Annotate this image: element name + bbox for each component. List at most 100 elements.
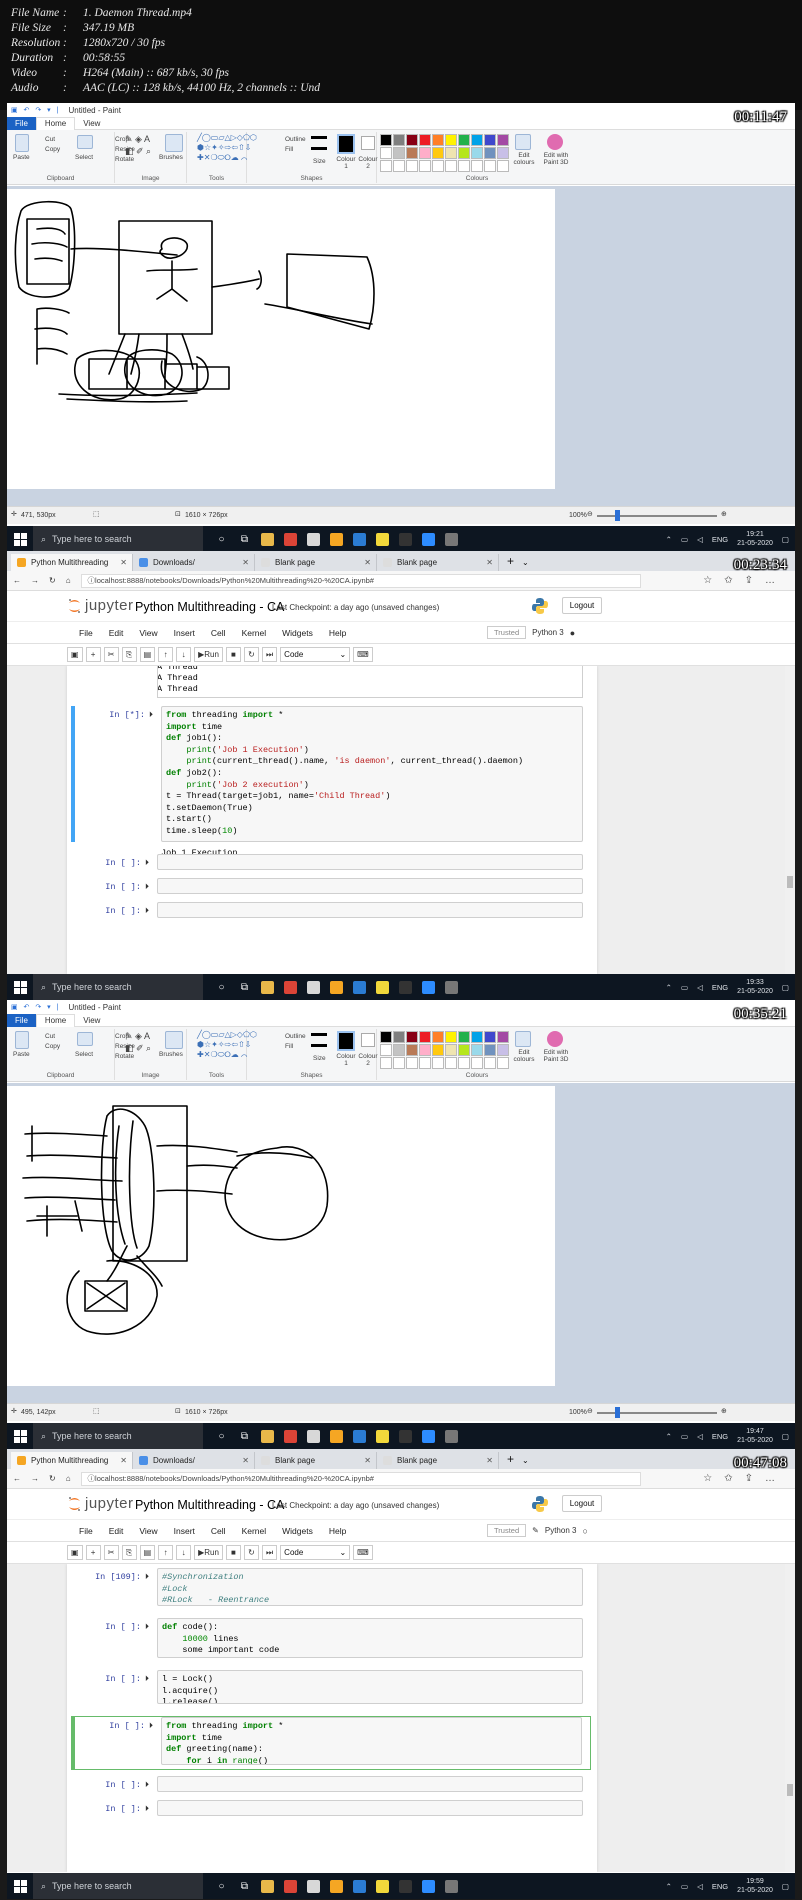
palette-swatch[interactable] [406, 134, 418, 146]
more-icon[interactable]: … [765, 575, 775, 586]
language-indicator[interactable]: ENG [712, 1882, 728, 1891]
copy-icon[interactable]: ⎘ [121, 1545, 137, 1560]
edit-colours-button[interactable]: Edit colours [511, 152, 537, 166]
notepad-icon[interactable] [307, 1429, 320, 1443]
code-editor[interactable] [157, 854, 583, 870]
run-cell-icon[interactable]: ⏵ [145, 1780, 149, 1790]
language-indicator[interactable]: ENG [712, 1432, 728, 1441]
code-cell[interactable]: In [109]: ⏵ #Synchronization #Lock #RLock - … [71, 1568, 591, 1612]
code-editor[interactable] [157, 878, 583, 894]
sticky-notes-icon[interactable] [376, 980, 389, 994]
menu-view[interactable]: View [131, 1526, 165, 1536]
menu-cell[interactable]: Cell [203, 628, 234, 638]
browser-tab[interactable]: Blank page ✕ [255, 554, 377, 571]
file-explorer-icon[interactable] [261, 532, 274, 546]
code-cell[interactable]: In [ ]: ⏵ [71, 902, 591, 924]
notebook-scrollbar[interactable] [785, 666, 795, 974]
copy-button[interactable]: Copy [45, 146, 60, 153]
paste-icon[interactable]: ▤ [139, 647, 156, 662]
palette-swatch[interactable] [380, 1031, 392, 1043]
taskbar-clock[interactable]: 19:21 21-05-2020 [737, 530, 773, 548]
select-icon[interactable] [77, 1032, 93, 1046]
palette-swatch[interactable] [471, 160, 483, 172]
palette-swatch[interactable] [484, 1057, 496, 1069]
chevron-up-icon[interactable]: ⌃ [666, 1432, 672, 1441]
terminal-icon[interactable] [399, 980, 412, 994]
code-cell[interactable]: In [ ]: ⏵ [71, 878, 591, 900]
code-editor[interactable]: def code(): 10000 lines some important c… [157, 1618, 583, 1658]
back-icon[interactable]: ← [13, 576, 21, 585]
palette-swatch[interactable] [458, 134, 470, 146]
tab-file[interactable]: File [7, 1013, 36, 1027]
tab-home[interactable]: Home [35, 116, 76, 130]
palette-swatch[interactable] [419, 160, 431, 172]
colour2-label[interactable]: Colour 2 [357, 156, 379, 170]
cell-type-select[interactable]: Code ⌄ [280, 1545, 351, 1560]
palette-swatch[interactable] [380, 147, 392, 159]
palette-swatch[interactable] [445, 1057, 457, 1069]
network-icon[interactable]: ▭ [681, 1432, 688, 1441]
volume-icon[interactable]: ◁ [697, 983, 703, 992]
favorites-icon[interactable]: ✩ [724, 575, 732, 586]
zoom-out-icon[interactable]: ⊖ [587, 1407, 593, 1415]
cut-icon[interactable]: ✂ [103, 1545, 119, 1560]
palette-swatch[interactable] [393, 134, 405, 146]
shapes-gallery[interactable]: ╱◯▭▱△▷◇⬠⬡ ⬢☆✦✧⇨⇦⇧⇩ ✚✕❍⬭⭘☁ ⌒ [197, 133, 257, 163]
taskbar-clock[interactable]: 19:59 21-05-2020 [737, 1877, 773, 1895]
url-field[interactable]: ⓘ localhost:8888/notebooks/Downloads/Pyt… [80, 573, 641, 588]
size-icon[interactable] [311, 136, 327, 150]
favorite-star-icon[interactable]: ☆ [703, 575, 712, 586]
close-tab-icon[interactable]: ✕ [242, 558, 249, 567]
run-button[interactable]: ▶ Run [194, 1545, 223, 1560]
palette-swatch[interactable] [471, 1044, 483, 1056]
scrollbar-thumb[interactable] [787, 876, 793, 888]
chevron-up-icon[interactable]: ⌃ [666, 1882, 672, 1891]
task-view-icon[interactable]: ⧉ [238, 981, 251, 994]
kernel-name[interactable]: Python 3 [532, 628, 564, 637]
pycharm-icon[interactable] [330, 1429, 343, 1443]
menu-kernel[interactable]: Kernel [234, 628, 275, 638]
chrome-icon[interactable] [284, 1429, 297, 1443]
command-palette-icon[interactable]: ⌨ [353, 1545, 373, 1560]
restart-run-all-icon[interactable]: ⏭ [261, 647, 278, 662]
palette-swatch[interactable] [497, 1057, 509, 1069]
palette-swatch[interactable] [471, 147, 483, 159]
palette-swatch[interactable] [458, 147, 470, 159]
forward-icon[interactable]: → [31, 576, 39, 585]
palette-swatch[interactable] [380, 1044, 392, 1056]
notebook-title[interactable]: Python Multithreading - CA [135, 600, 284, 614]
code-editor[interactable]: #Synchronization #Lock #RLock - Reentrance… [157, 1568, 583, 1606]
run-cell-icon[interactable]: ⏵ [149, 710, 153, 720]
cortana-icon[interactable]: ○ [215, 1430, 228, 1443]
cut-button[interactable]: Cut [45, 136, 55, 143]
palette-swatch[interactable] [419, 1031, 431, 1043]
taskbar-search-box[interactable]: ⌕ Type here to search [33, 1873, 203, 1899]
palette-swatch[interactable] [419, 1044, 431, 1056]
trusted-badge[interactable]: Trusted [487, 626, 527, 639]
task-view-icon[interactable]: ⧉ [238, 1430, 251, 1443]
code-editor[interactable] [157, 1776, 583, 1792]
code-cell[interactable]: In [ ]: ⏵ l = Lock() l.acquire() l.release() [71, 1670, 591, 1710]
forward-icon[interactable]: → [31, 1474, 39, 1483]
chrome-icon[interactable] [284, 532, 297, 546]
select-label[interactable]: Select [75, 1051, 93, 1058]
move-down-icon[interactable]: ↓ [176, 1545, 192, 1560]
palette-swatch[interactable] [471, 134, 483, 146]
tools-icons[interactable]: ✎ ◈ A ◧ ✐ ⌕ [125, 133, 151, 157]
palette-swatch[interactable] [458, 160, 470, 172]
palette-swatch[interactable] [497, 1031, 509, 1043]
colour2-label[interactable]: Colour 2 [357, 1053, 379, 1067]
size-label[interactable]: Size [313, 1055, 326, 1062]
edit-colours-icon[interactable] [515, 1031, 531, 1047]
tab-view[interactable]: View [75, 119, 108, 128]
volume-icon[interactable]: ◁ [697, 1432, 703, 1441]
colour2-swatch[interactable] [361, 136, 375, 150]
menu-insert[interactable]: Insert [166, 1526, 203, 1536]
pycharm-icon[interactable] [330, 532, 343, 546]
cortana-icon[interactable]: ○ [215, 981, 228, 994]
volume-icon[interactable]: ◁ [697, 1882, 703, 1891]
edge-icon[interactable] [353, 1429, 366, 1443]
browser-tab[interactable]: Python Multithreading ✕ [11, 1452, 133, 1469]
run-cell-icon[interactable]: ⏵ [145, 1804, 149, 1814]
quick-access-icons[interactable]: ▣ ↶ ↷ ▾ | [11, 1003, 60, 1011]
